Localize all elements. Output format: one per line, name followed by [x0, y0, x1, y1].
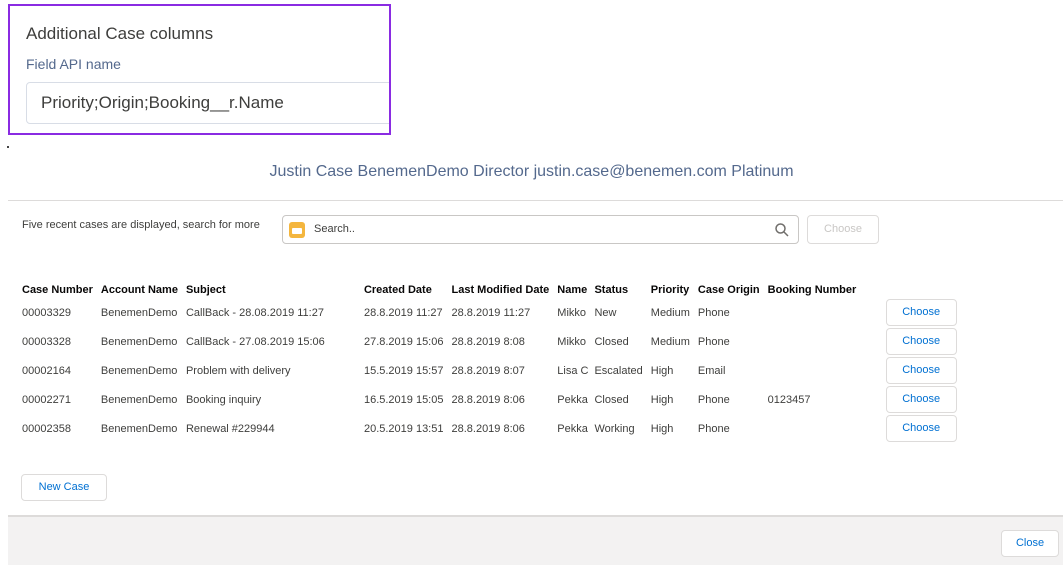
owner-name: Mikko — [557, 335, 587, 348]
priority: Medium — [650, 306, 690, 319]
priority: High — [650, 422, 674, 435]
choose-button[interactable]: Choose — [885, 415, 957, 442]
choose-search-button[interactable]: Choose — [807, 215, 879, 244]
case-number: 00002271 — [22, 393, 71, 406]
status: New — [594, 306, 617, 319]
last-modified-date: 28.8.2019 8:06 — [451, 422, 525, 435]
booking-number — [764, 356, 882, 385]
booking-number — [764, 327, 882, 356]
new-case-button[interactable]: New Case — [21, 474, 107, 501]
choose-button[interactable]: Choose — [885, 299, 957, 326]
subject: Renewal #229944 — [185, 422, 275, 435]
case-number: 00002164 — [22, 364, 71, 377]
account-name: BenemenDemo — [100, 422, 178, 435]
case-number: 00003328 — [22, 335, 71, 348]
account-name: BenemenDemo — [100, 364, 178, 377]
account-name: BenemenDemo — [100, 335, 178, 348]
priority: High — [650, 364, 674, 377]
last-modified-date: 28.8.2019 8:07 — [451, 364, 525, 377]
divider — [8, 200, 1063, 201]
status: Working — [594, 422, 635, 435]
priority: Medium — [650, 335, 690, 348]
stray-dot — [7, 146, 9, 148]
table-row: 00003329 BenemenDemo CallBack - 28.08.20… — [18, 298, 970, 327]
owner-name: Mikko — [557, 306, 587, 319]
last-modified-date: 28.8.2019 8:08 — [451, 335, 525, 348]
case-number: 00003329 — [22, 306, 71, 319]
status: Closed — [594, 335, 629, 348]
column-header: Priority — [650, 283, 690, 296]
column-header: Booking Number — [767, 283, 857, 296]
contact-header: Justin Case BenemenDemo Director justin.… — [269, 163, 794, 180]
column-header: Case Number — [22, 283, 93, 296]
case-origin: Phone — [697, 335, 730, 348]
table-row: 00003328 BenemenDemo CallBack - 27.08.20… — [18, 327, 970, 356]
search-icon[interactable] — [774, 222, 790, 238]
created-date: 16.5.2019 15:05 — [363, 393, 444, 406]
booking-number — [764, 414, 882, 443]
account-name: BenemenDemo — [100, 393, 178, 406]
priority: High — [650, 393, 674, 406]
cases-table: Case Number Account Name Subject Created… — [18, 281, 970, 443]
case-origin: Phone — [697, 306, 730, 319]
search-input[interactable]: Search.. — [282, 215, 799, 244]
owner-name: Lisa C — [557, 364, 589, 377]
account-name: BenemenDemo — [100, 306, 178, 319]
column-header: Created Date — [363, 283, 432, 296]
booking-number — [764, 298, 882, 327]
choose-button[interactable]: Choose — [885, 328, 957, 355]
table-row: 00002164 BenemenDemo Problem with delive… — [18, 356, 970, 385]
search-hint: Five recent cases are displayed, search … — [22, 219, 260, 231]
folder-icon — [289, 222, 305, 238]
booking-number: 0123457 — [767, 393, 811, 406]
choose-button[interactable]: Choose — [885, 386, 957, 413]
owner-name: Pekka — [557, 422, 588, 435]
last-modified-date: 28.8.2019 8:06 — [451, 393, 525, 406]
column-header: Name — [557, 283, 588, 296]
case-origin: Phone — [697, 393, 730, 406]
settings-panel: Additional Case columns Field API name P… — [8, 4, 391, 135]
created-date: 20.5.2019 13:51 — [363, 422, 444, 435]
created-date: 15.5.2019 15:57 — [363, 364, 444, 377]
settings-title: Additional Case columns — [26, 24, 214, 43]
status: Closed — [594, 393, 629, 406]
owner-name: Pekka — [557, 393, 588, 406]
created-date: 27.8.2019 15:06 — [363, 335, 444, 348]
case-number: 00002358 — [22, 422, 71, 435]
case-origin: Email — [697, 364, 726, 377]
last-modified-date: 28.8.2019 11:27 — [451, 306, 531, 319]
table-row: 00002271 BenemenDemo Booking inquiry 16.… — [18, 385, 970, 414]
subject: Problem with delivery — [185, 364, 291, 377]
column-header: Account Name — [100, 283, 178, 296]
field-api-name-label: Field API name — [26, 56, 121, 72]
search-placeholder: Search.. — [314, 223, 355, 235]
column-header: Last Modified Date — [451, 283, 550, 296]
field-api-name-input[interactable]: Priority;Origin;Booking__r.Name — [26, 82, 389, 124]
subject: CallBack - 27.08.2019 15:06 — [185, 335, 325, 348]
modal-footer — [8, 515, 1063, 565]
case-origin: Phone — [697, 422, 730, 435]
status: Escalated — [594, 364, 643, 377]
subject: Booking inquiry — [185, 393, 262, 406]
subject: CallBack - 28.08.2019 11:27 — [185, 306, 324, 319]
created-date: 28.8.2019 11:27 — [363, 306, 443, 319]
choose-button[interactable]: Choose — [885, 357, 957, 384]
table-row: 00002358 BenemenDemo Renewal #229944 20.… — [18, 414, 970, 443]
column-header: Case Origin — [697, 283, 760, 296]
table-header-row: Case Number Account Name Subject Created… — [18, 281, 970, 298]
column-header: Subject — [185, 283, 226, 296]
close-button[interactable]: Close — [1001, 530, 1059, 557]
column-header: Status — [594, 283, 629, 296]
